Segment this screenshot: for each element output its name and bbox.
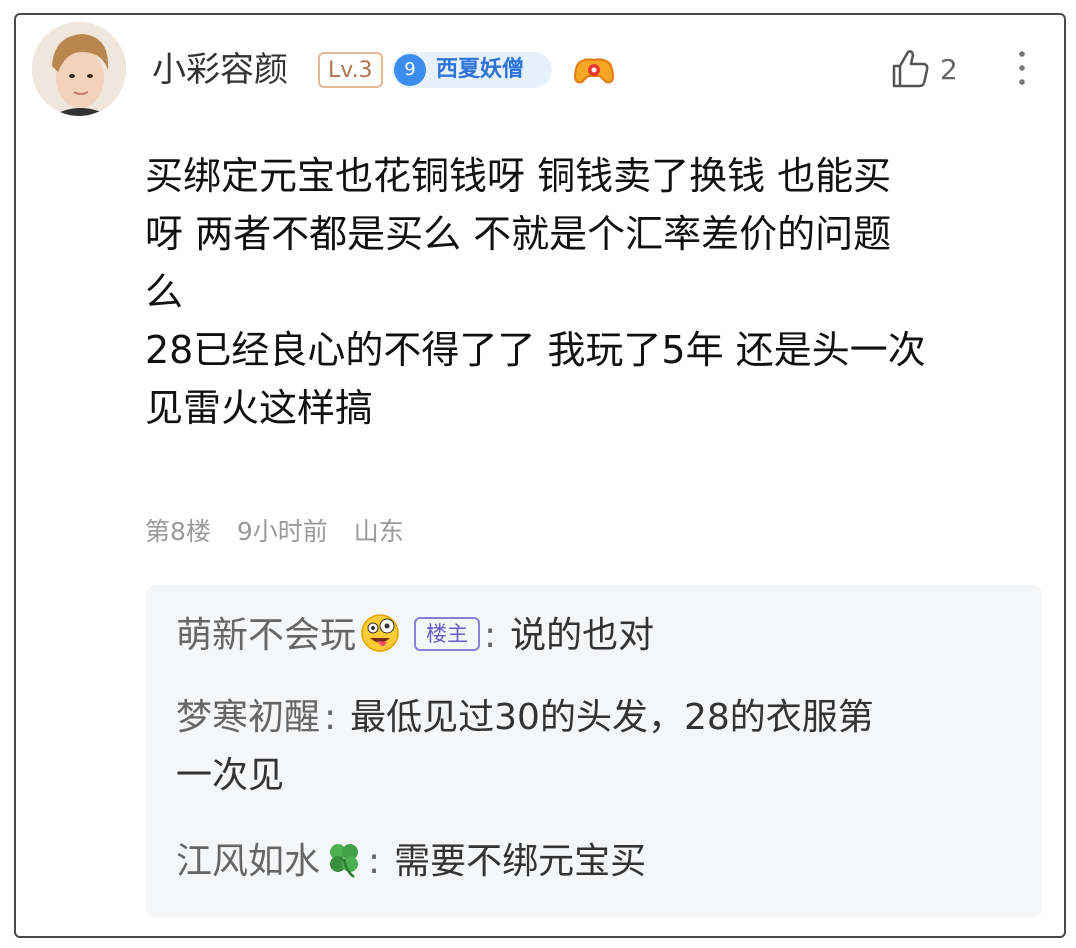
reply-username[interactable]: 萌新不会玩	[176, 615, 356, 656]
reply-username[interactable]: 梦寒初醒	[176, 697, 320, 738]
level-badge: Lv.3	[318, 52, 383, 88]
reply-colon: :	[324, 697, 337, 738]
more-vertical-icon[interactable]	[1012, 46, 1032, 94]
thumbs-up-icon[interactable]	[888, 46, 932, 94]
reply-item[interactable]: 梦寒初醒: 最低见过30的头发，28的衣服第 一次见	[176, 689, 874, 805]
reply-colon: :	[368, 841, 381, 882]
fan-badge[interactable]: 9 西夏妖僧	[392, 52, 552, 88]
op-badge: 楼主	[414, 617, 481, 651]
replies-panel[interactable]: 萌新不会玩 楼主: 说的也对 梦寒初醒: 最低见过30的头发，28的衣服第 一次见 …	[146, 585, 1042, 918]
reply-text: 说的也对	[510, 615, 655, 656]
reply-username[interactable]: 江风如水	[176, 841, 320, 882]
floor-number: 第8楼	[145, 517, 211, 546]
post-meta: 第8楼 9小时前 山东	[145, 514, 422, 550]
avatar[interactable]	[32, 22, 126, 116]
post-location: 山东	[353, 517, 404, 546]
username[interactable]: 小彩容颜	[152, 48, 288, 92]
reply-item[interactable]: 萌新不会玩 楼主: 说的也对	[176, 607, 654, 671]
post-content-line: 买绑定元宝也花铜钱呀 铜钱卖了换钱 也能买	[145, 154, 892, 198]
fan-badge-number: 9	[394, 54, 426, 86]
post-content-line: 见雷火这样搞	[145, 386, 374, 430]
like-count: 2	[940, 53, 958, 86]
fan-badge-label: 西夏妖僧	[436, 57, 525, 82]
reply-item[interactable]: 江风如水 : 需要不绑元宝买	[176, 833, 646, 897]
reply-text: 需要不绑元宝买	[394, 841, 647, 882]
post-time: 9小时前	[236, 517, 328, 546]
reply-colon: :	[484, 615, 497, 656]
four-leaf-clover-emoji	[324, 839, 364, 897]
silly-face-emoji	[360, 613, 400, 671]
post-content-line: 么	[145, 270, 184, 314]
reply-text-continued: 一次见	[176, 755, 285, 796]
post-content-line: 呀 两者不都是买么 不就是个汇率差价的问题	[145, 212, 892, 256]
gamepad-icon	[572, 52, 616, 92]
post-content-line: 28已经良心的不得了了 我玩了5年 还是头一次	[145, 328, 926, 372]
reply-text: 最低见过30的头发，28的衣服第	[350, 697, 874, 738]
post-content: 买绑定元宝也花铜钱呀 铜钱卖了换钱 也能买 呀 两者不都是买么 不就是个汇率差价…	[145, 147, 1045, 437]
